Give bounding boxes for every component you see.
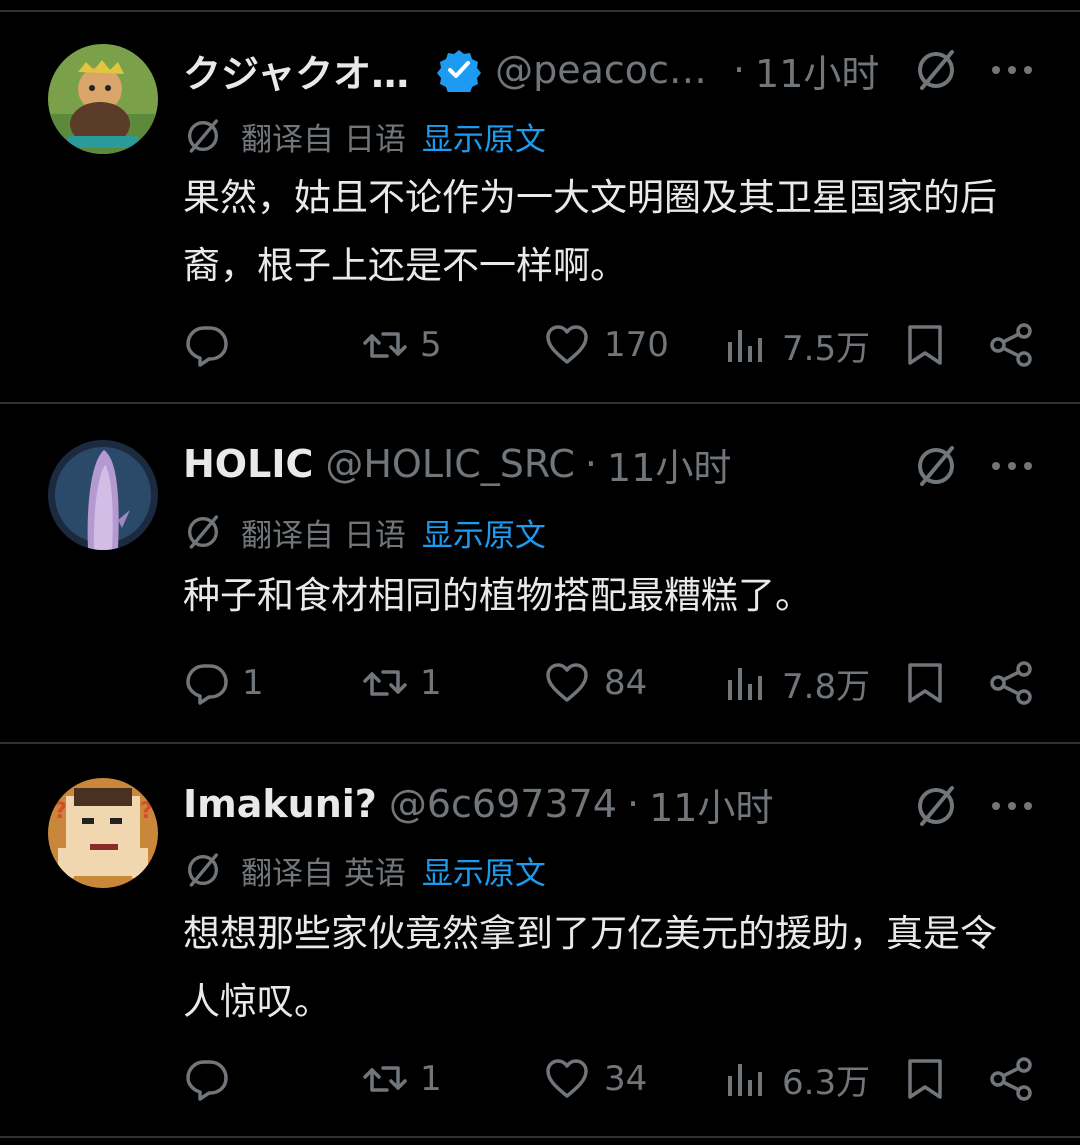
view-count: 7.5万	[782, 328, 871, 369]
more-icon[interactable]	[988, 58, 1036, 82]
more-icon[interactable]	[988, 454, 1036, 478]
reply-button[interactable]	[184, 1054, 244, 1104]
tweet[interactable]: クジャクオ… @peacoc… · 11小时 翻译自 日语 显示原文 果然，姑且…	[0, 12, 1080, 404]
like-icon	[544, 1056, 590, 1102]
avatar-image: ? ?	[48, 778, 158, 888]
share-icon[interactable]	[988, 322, 1034, 368]
svg-text:?: ?	[54, 799, 67, 824]
like-button[interactable]: 84	[544, 658, 647, 708]
handle[interactable]: @6c697374	[389, 782, 617, 826]
top-divider	[0, 0, 1080, 12]
show-original-link[interactable]: 显示原文	[422, 848, 546, 893]
share-icon[interactable]	[988, 1056, 1034, 1102]
tweet[interactable]: ? ? Imakuni? @6c697374 · 11小时 翻译自 英语 显示原…	[0, 744, 1080, 1138]
reply-button[interactable]	[184, 320, 244, 370]
more-icon[interactable]	[988, 794, 1036, 818]
tweet-header: HOLIC @HOLIC_SRC · 11小时	[183, 436, 731, 492]
show-original-link[interactable]: 显示原文	[422, 510, 546, 555]
display-name[interactable]: Imakuni?	[183, 782, 377, 826]
translate-icon	[183, 512, 223, 552]
views-icon	[722, 1056, 768, 1102]
timestamp[interactable]: 11小时	[755, 43, 879, 98]
grok-icon[interactable]	[912, 46, 960, 94]
like-button[interactable]: 170	[544, 320, 669, 370]
display-name[interactable]: クジャクオ…	[183, 43, 409, 98]
svg-text:?: ?	[140, 799, 153, 824]
retweet-button[interactable]: 5	[362, 320, 442, 370]
display-name[interactable]: HOLIC	[183, 442, 313, 486]
grok-icon[interactable]	[912, 782, 960, 830]
separator-dot: ·	[626, 782, 640, 826]
tweet-text: 果然，姑且不论作为一大文明圈及其卫星国家的后裔，根子上还是不一样啊。	[183, 176, 997, 287]
handle[interactable]: @peacoc…	[495, 48, 707, 92]
reply-icon	[184, 660, 230, 706]
reply-icon	[184, 322, 230, 368]
view-count: 6.3万	[782, 1062, 871, 1103]
like-icon	[544, 660, 590, 706]
share-icon[interactable]	[988, 660, 1034, 706]
view-count: 7.8万	[782, 666, 871, 707]
separator-dot: ·	[732, 48, 746, 92]
avatar-image	[48, 440, 158, 550]
retweet-count: 5	[420, 325, 442, 365]
retweet-count: 1	[420, 663, 442, 703]
retweet-button[interactable]: 1	[362, 1054, 442, 1104]
translation-notice: 翻译自 日语 显示原文	[183, 510, 546, 554]
translate-icon	[183, 850, 223, 890]
like-icon	[544, 322, 590, 368]
translation-notice: 翻译自 英语 显示原文	[183, 848, 546, 892]
bookmark-icon[interactable]	[902, 1056, 948, 1102]
retweet-icon	[362, 322, 408, 368]
like-count: 170	[604, 325, 669, 365]
tweet-text: 想想那些家伙竟然拿到了万亿美元的援助，真是令人惊叹。	[183, 912, 997, 1023]
bookmark-icon[interactable]	[902, 660, 948, 706]
like-count: 34	[604, 1059, 648, 1099]
avatar[interactable]	[48, 44, 158, 154]
tweet-text: 种子和食材相同的植物搭配最糟糕了。	[183, 574, 812, 617]
verified-badge-icon	[437, 48, 481, 92]
separator-dot: ·	[584, 442, 598, 486]
tweet-header: クジャクオ… @peacoc… · 11小时	[183, 42, 879, 98]
handle[interactable]: @HOLIC_SRC	[325, 442, 575, 486]
views-button[interactable]: 6.3万	[722, 1054, 870, 1104]
avatar[interactable]: ? ?	[48, 778, 158, 888]
retweet-icon	[362, 1056, 408, 1102]
bookmark-icon[interactable]	[902, 322, 948, 368]
like-count: 84	[604, 663, 648, 703]
views-button[interactable]: 7.5万	[722, 320, 870, 370]
tweet-header: Imakuni? @6c697374 · 11小时	[183, 776, 773, 832]
translated-from-label: 翻译自 英语	[241, 855, 406, 892]
views-icon	[722, 660, 768, 706]
reply-icon	[184, 1056, 230, 1102]
retweet-icon	[362, 660, 408, 706]
retweet-count: 1	[420, 1059, 442, 1099]
translation-notice: 翻译自 日语 显示原文	[183, 114, 546, 158]
retweet-button[interactable]: 1	[362, 658, 442, 708]
tweet[interactable]: HOLIC @HOLIC_SRC · 11小时 翻译自 日语 显示原文 种子和食…	[0, 404, 1080, 744]
views-icon	[722, 322, 768, 368]
avatar-image	[48, 44, 158, 154]
views-button[interactable]: 7.8万	[722, 658, 870, 708]
translated-from-label: 翻译自 日语	[241, 517, 406, 554]
avatar[interactable]	[48, 440, 158, 550]
translated-from-label: 翻译自 日语	[241, 121, 406, 158]
timestamp[interactable]: 11小时	[607, 437, 731, 492]
show-original-link[interactable]: 显示原文	[422, 114, 546, 159]
reply-count: 1	[242, 663, 264, 703]
grok-icon[interactable]	[912, 442, 960, 490]
timestamp[interactable]: 11小时	[649, 777, 773, 832]
translate-icon	[183, 116, 223, 156]
like-button[interactable]: 34	[544, 1054, 647, 1104]
reply-button[interactable]: 1	[184, 658, 264, 708]
